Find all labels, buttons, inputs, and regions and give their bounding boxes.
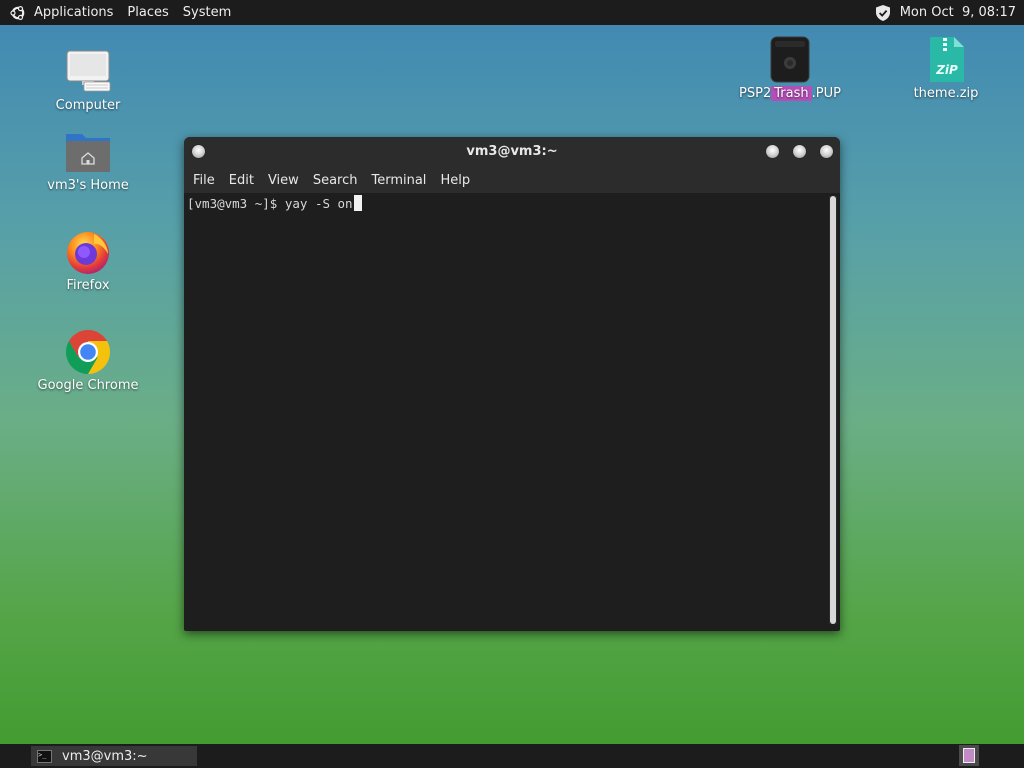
clock[interactable]: Mon Oct 9, 08:17 (900, 5, 1016, 20)
menu-search[interactable]: Search (306, 173, 365, 188)
taskbar-label: vm3@vm3:~ (62, 748, 148, 764)
desktop-icon-label: Computer (55, 98, 121, 113)
text-cursor (353, 195, 362, 211)
taskbar-terminal-button[interactable]: >_ vm3@vm3:~ (31, 746, 197, 766)
shield-icon[interactable] (874, 4, 892, 22)
svg-text:ZiP: ZiP (935, 63, 958, 77)
home-folder-icon (64, 128, 112, 176)
desktop-icon-chrome[interactable]: Google Chrome (33, 328, 143, 393)
menu-terminal[interactable]: Terminal (364, 173, 433, 188)
applications-menu[interactable]: Applications (0, 0, 120, 25)
desktop-icon-trash[interactable]: PSP2 Trash .PUP (735, 36, 845, 101)
close-button[interactable] (820, 145, 833, 158)
workspace-switcher[interactable] (959, 745, 979, 766)
top-panel: Applications Places System Mon Oct 9, 08… (0, 0, 1024, 25)
desktop-icon-label: vm3's Home (47, 178, 129, 193)
zip-file-icon: ZiP (922, 36, 970, 84)
terminal-titlebar[interactable]: vm3@vm3:~ (184, 137, 840, 167)
terminal-icon: >_ (37, 749, 52, 763)
maximize-button[interactable] (793, 145, 806, 158)
terminal-window[interactable]: vm3@vm3:~ File Edit View Search Terminal… (184, 137, 840, 631)
menu-view[interactable]: View (261, 173, 306, 188)
desktop-icon-computer[interactable]: Computer (33, 48, 143, 113)
firefox-icon (64, 228, 112, 276)
terminal-output[interactable]: [vm3@vm3 ~]$ yay -S on (186, 194, 828, 626)
panel-tray: Mon Oct 9, 08:17 (874, 0, 1024, 25)
bottom-panel: >_ vm3@vm3:~ (0, 744, 1024, 768)
menu-file[interactable]: File (184, 173, 222, 188)
scrollbar[interactable] (829, 196, 837, 624)
applications-icon (10, 5, 25, 20)
trash-label-left: PSP2 (739, 86, 772, 101)
menu-edit[interactable]: Edit (222, 173, 261, 188)
desktop-icon-label: Google Chrome (37, 378, 139, 393)
desktop-icon-label: theme.zip (913, 86, 979, 101)
trash-icon (766, 36, 814, 84)
desktop-icon-label: PSP2 Trash .PUP (739, 86, 841, 101)
applications-label: Applications (34, 5, 114, 20)
computer-icon (64, 48, 112, 96)
menu-help[interactable]: Help (433, 173, 477, 188)
desktop-icon-label: Firefox (66, 278, 110, 293)
places-label: Places (127, 5, 169, 20)
typed-command: yay -S on (284, 195, 353, 211)
prompt-line: [vm3@vm3 ~]$ yay -S on (187, 195, 362, 211)
shell-prompt: [vm3@vm3 ~]$ (187, 195, 285, 211)
desktop-icon-home[interactable]: vm3's Home (33, 128, 143, 193)
trash-label-right: .PUP (811, 86, 841, 101)
workspace-indicator[interactable] (963, 748, 975, 763)
minimize-button[interactable] (766, 145, 779, 158)
places-menu[interactable]: Places (120, 0, 175, 25)
window-title: vm3@vm3:~ (466, 144, 558, 159)
system-label: System (182, 5, 232, 20)
chrome-icon (64, 328, 112, 376)
system-menu[interactable]: System (176, 0, 238, 25)
scrollbar-thumb[interactable] (830, 196, 836, 624)
terminal-menubar: File Edit View Search Terminal Help (184, 167, 840, 193)
trash-label-highlight: Trash (771, 86, 812, 101)
desktop-icon-theme-zip[interactable]: ZiP theme.zip (891, 36, 1001, 101)
desktop-icon-firefox[interactable]: Firefox (33, 228, 143, 293)
